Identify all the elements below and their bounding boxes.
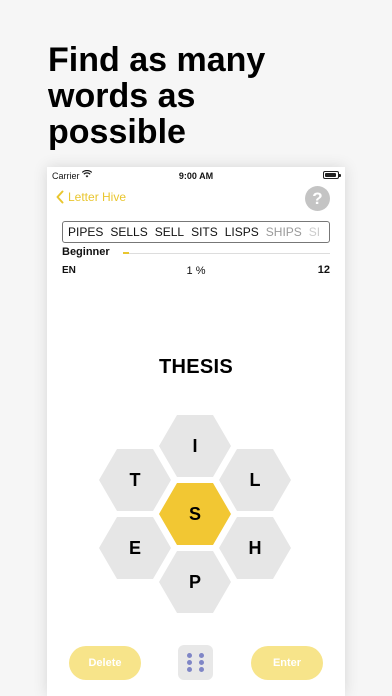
marketing-headline: Find as many words as possible [48, 42, 368, 150]
headline-line-1: Find as many [48, 41, 266, 79]
hex-center[interactable]: S [159, 483, 231, 545]
hex-upper-left[interactable]: T [99, 449, 171, 511]
dice-dot-icon [187, 667, 192, 672]
dice-dot-icon [199, 653, 204, 658]
hex-lower-left[interactable]: E [99, 517, 171, 579]
dice-dot-icon [187, 660, 192, 665]
enter-button[interactable]: Enter [251, 646, 323, 680]
dice-dot-icon [199, 667, 204, 672]
dice-dot-icon [199, 660, 204, 665]
hex-bottom[interactable]: P [159, 551, 231, 613]
shuffle-dice-button[interactable] [178, 645, 213, 680]
hex-top[interactable]: I [159, 415, 231, 477]
dice-dot-icon [187, 653, 192, 658]
letter-hive: I T L S E H P [47, 167, 345, 696]
hex-upper-right[interactable]: L [219, 449, 291, 511]
headline-line-2: words as [48, 77, 196, 115]
hex-lower-right[interactable]: H [219, 517, 291, 579]
headline-line-3: possible [48, 113, 186, 151]
phone-screen: Carrier 9:00 AM Letter Hive ? PIPES SELLS… [47, 167, 345, 696]
delete-button[interactable]: Delete [69, 646, 141, 680]
